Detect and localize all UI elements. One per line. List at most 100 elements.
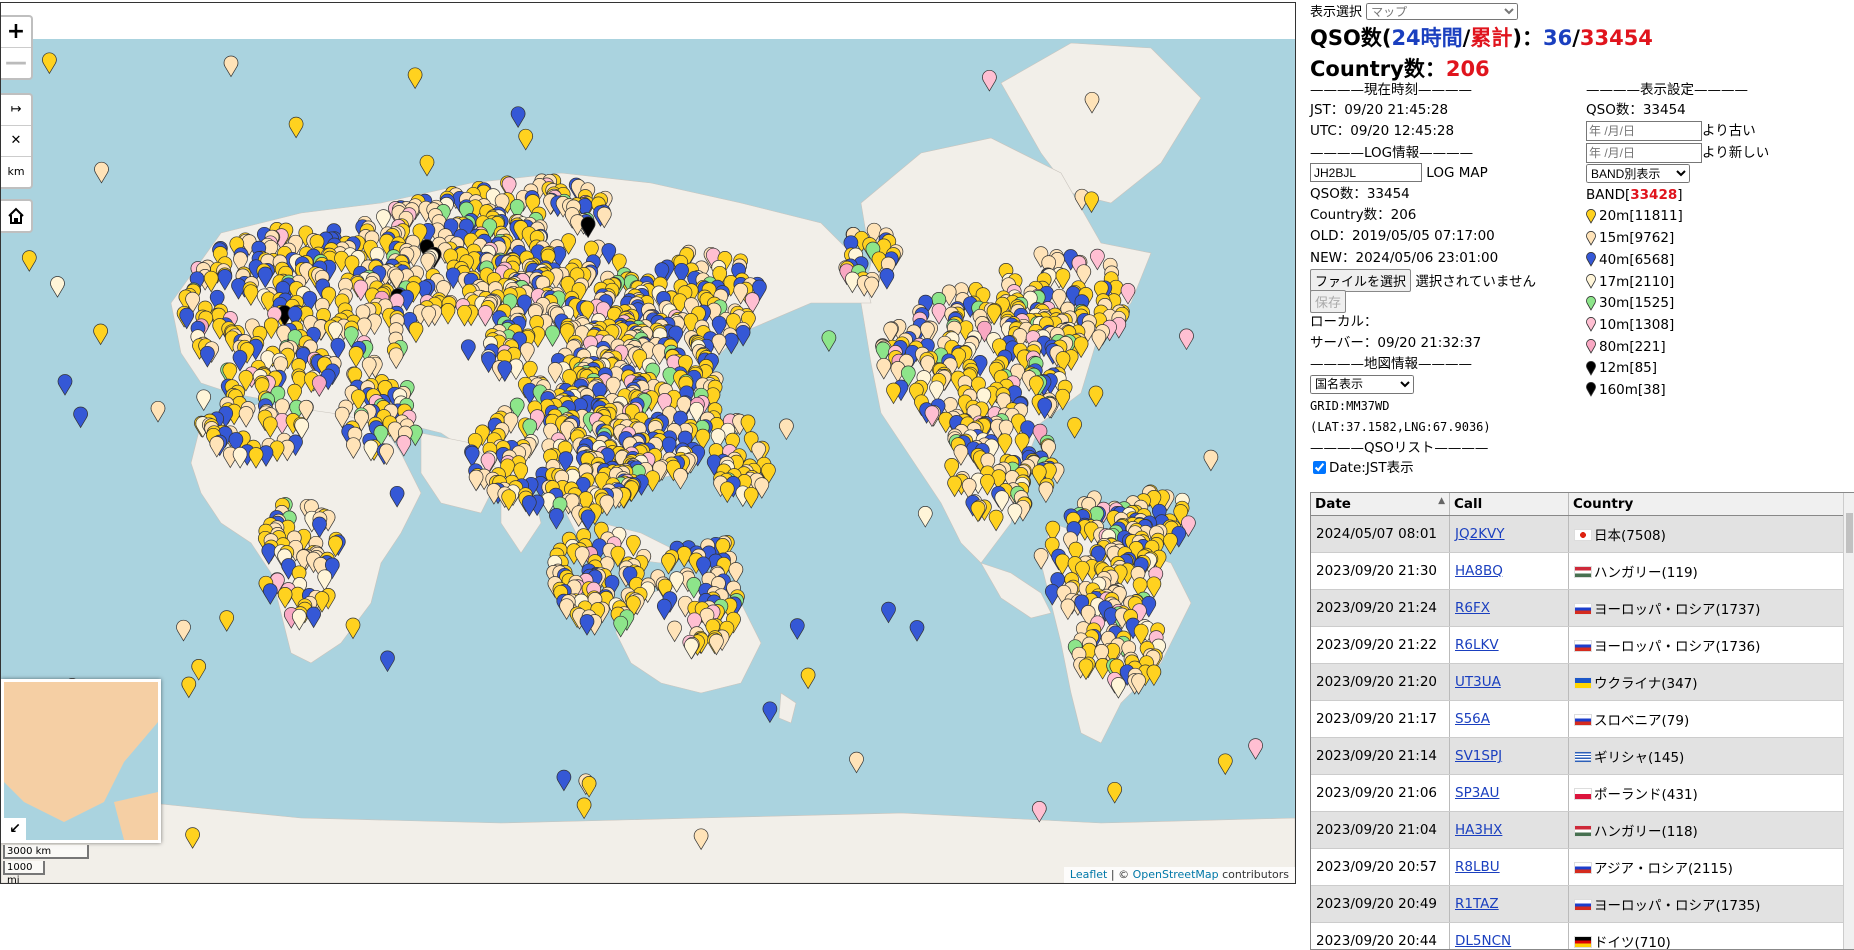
save-button[interactable]: 保存 [1310, 290, 1346, 313]
call-link[interactable]: SV1SPJ [1455, 748, 1502, 764]
qso-marker [744, 487, 758, 508]
call-link[interactable]: JQ2KVY [1455, 526, 1505, 542]
table-row[interactable]: 2023/09/20 21:24R6FXヨーロッパ・ロシア(1737) [1311, 590, 1844, 627]
row-country: ハンガリー(118) [1569, 812, 1844, 849]
table-row[interactable]: 2023/09/20 21:14SV1SPJギリシャ(145) [1311, 738, 1844, 775]
band-legend-item: 15m[9762] [1586, 228, 1854, 250]
home-icon [1, 201, 31, 231]
call-column-header[interactable]: Call [1450, 493, 1569, 516]
qso-marker [263, 584, 277, 605]
date-jst-label: Date:JST表示 [1329, 460, 1414, 476]
band-legend-item: 10m[1308] [1586, 315, 1854, 337]
flag-icon [1574, 603, 1592, 615]
table-row[interactable]: 2023/09/20 21:06SP3AUポーランド(431) [1311, 775, 1844, 812]
flag-icon [1574, 825, 1592, 837]
table-row[interactable]: 2023/09/20 20:57R8LBUアジア・ロシア(2115) [1311, 849, 1844, 886]
call-link[interactable]: UT3UA [1455, 674, 1501, 690]
table-row[interactable]: 2023/09/20 21:17S56Aスロベニア(79) [1311, 701, 1844, 738]
table-row[interactable]: 2023/09/20 21:22R6LKVヨーロッパ・ロシア(1736) [1311, 627, 1844, 664]
call-link[interactable]: S56A [1455, 711, 1490, 727]
date-column-header[interactable]: Date▲ [1311, 493, 1450, 516]
qso-marker [289, 117, 303, 138]
row-date: 2023/09/20 21:20 [1311, 664, 1450, 701]
call-link[interactable]: SP3AU [1455, 785, 1499, 801]
row-country: ヨーロッパ・ロシア(1737) [1569, 590, 1844, 627]
table-row[interactable]: 2024/05/07 08:01 JQ2KVY 日本(7508) [1311, 516, 1844, 553]
table-row[interactable]: 2023/09/20 20:44 DL5NCN ドイツ(710) [1311, 923, 1844, 950]
row-country: 日本(7508) [1569, 516, 1844, 553]
minimap[interactable]: ↙ [1, 679, 161, 843]
table-row[interactable]: 2023/09/20 21:20UT3UAウクライナ(347) [1311, 664, 1844, 701]
measure-unit-icon[interactable]: km [1, 157, 31, 187]
flag-icon [1574, 714, 1592, 726]
call-link[interactable]: R8LBU [1455, 859, 1500, 875]
row-country: スロベニア(79) [1569, 701, 1844, 738]
zoom-out-button[interactable]: — [1, 48, 31, 78]
map-pin-icon [1586, 274, 1596, 289]
qso-total-value: 33454 [1580, 26, 1653, 50]
call-link[interactable]: DL5NCN [1455, 933, 1511, 949]
qso-marker [511, 107, 525, 128]
row-date: 2024/05/07 08:01 [1311, 516, 1450, 553]
measure-clear-icon[interactable]: ✕ [1, 126, 31, 157]
row-country: ドイツ(710) [1569, 923, 1844, 950]
log-country-count: Country数：206 [1310, 205, 1578, 226]
call-link[interactable]: HA8BQ [1455, 563, 1503, 579]
date-jst-checkbox[interactable] [1313, 461, 1326, 474]
qso-24h-value: 36 [1543, 26, 1572, 50]
row-country: ヨーロッパ・ロシア(1735) [1569, 886, 1844, 923]
table-scrollbar[interactable] [1843, 493, 1854, 949]
file-select-button[interactable]: ファイルを選択 [1310, 269, 1411, 292]
world-map[interactable]: + — ↦ ✕ km ↙ 3000 km 1000 mi Leaflet | ©… [0, 2, 1296, 884]
newer-date-input[interactable] [1586, 143, 1702, 163]
leaflet-link[interactable]: Leaflet [1070, 868, 1107, 881]
row-date: 2023/09/20 20:49 [1311, 886, 1450, 923]
local-status: ローカル： [1310, 312, 1578, 333]
home-button[interactable] [1, 199, 33, 233]
qso-marker [582, 776, 596, 797]
map-pin-icon [1586, 361, 1596, 376]
qso-marker [822, 331, 836, 352]
call-link[interactable]: R1TAZ [1455, 896, 1499, 912]
minimap-collapse-icon[interactable]: ↙ [4, 818, 26, 840]
band-legend-item: 160m[38] [1586, 380, 1854, 402]
band-select[interactable]: BAND別表示 [1586, 164, 1690, 183]
call-link[interactable]: R6FX [1455, 600, 1490, 616]
row-date: 2023/09/20 20:44 [1311, 923, 1450, 950]
qso-marker [346, 618, 360, 639]
table-row[interactable]: 2023/09/20 21:30HA8BQハンガリー(119) [1311, 553, 1844, 590]
qso-marker [1163, 533, 1177, 554]
log-map-label: LOG MAP [1426, 165, 1487, 181]
map-label-select[interactable]: 国名表示 [1310, 375, 1414, 394]
country-column-header[interactable]: Country [1569, 493, 1844, 516]
qso-marker [94, 324, 108, 345]
call-link[interactable]: HA3HX [1455, 822, 1502, 838]
qso-table: Date▲ Call Country 2024/05/07 08:01 JQ2KV… [1311, 493, 1844, 950]
measure-distance-icon[interactable]: ↦ [1, 95, 31, 126]
map-base-layer[interactable] [1, 3, 1295, 883]
table-row[interactable]: 2023/09/20 21:04HA3HXハンガリー(118) [1311, 812, 1844, 849]
row-call: JQ2KVY [1450, 516, 1569, 553]
qso-marker [662, 553, 676, 574]
display-select-row: 表示選択 マップ [1310, 1, 1518, 20]
band-legend-item: 40m[6568] [1586, 250, 1854, 272]
display-select[interactable]: マップ [1366, 3, 1518, 20]
row-country: ハンガリー(119) [1569, 553, 1844, 590]
zoom-control: + — [1, 15, 33, 80]
measure-control: ↦ ✕ km [1, 93, 33, 189]
row-call: HA8BQ [1450, 553, 1569, 590]
jst-time: JST：09/20 21:45:28 [1310, 100, 1578, 121]
call-link[interactable]: R6LKV [1455, 637, 1499, 653]
qso-marker [580, 614, 594, 635]
settings-column: ————表示設定———— QSO数：33454 より古い より新しい BAND別… [1586, 80, 1854, 402]
callsign-input[interactable] [1310, 163, 1422, 182]
zoom-in-button[interactable]: + [1, 17, 31, 48]
qso-table-container[interactable]: Date▲ Call Country 2024/05/07 08:01 JQ2KV… [1310, 492, 1854, 950]
older-date-input[interactable] [1586, 121, 1702, 141]
osm-link[interactable]: OpenStreetMap [1133, 868, 1219, 881]
row-call: HA3HX [1450, 812, 1569, 849]
grid-locator: GRID:MM37WD [1310, 396, 1578, 417]
qso-marker [1085, 192, 1099, 213]
qso-marker [58, 374, 72, 395]
table-row[interactable]: 2023/09/20 20:49 R1TAZ ヨーロッパ・ロシア(1735) [1311, 886, 1844, 923]
